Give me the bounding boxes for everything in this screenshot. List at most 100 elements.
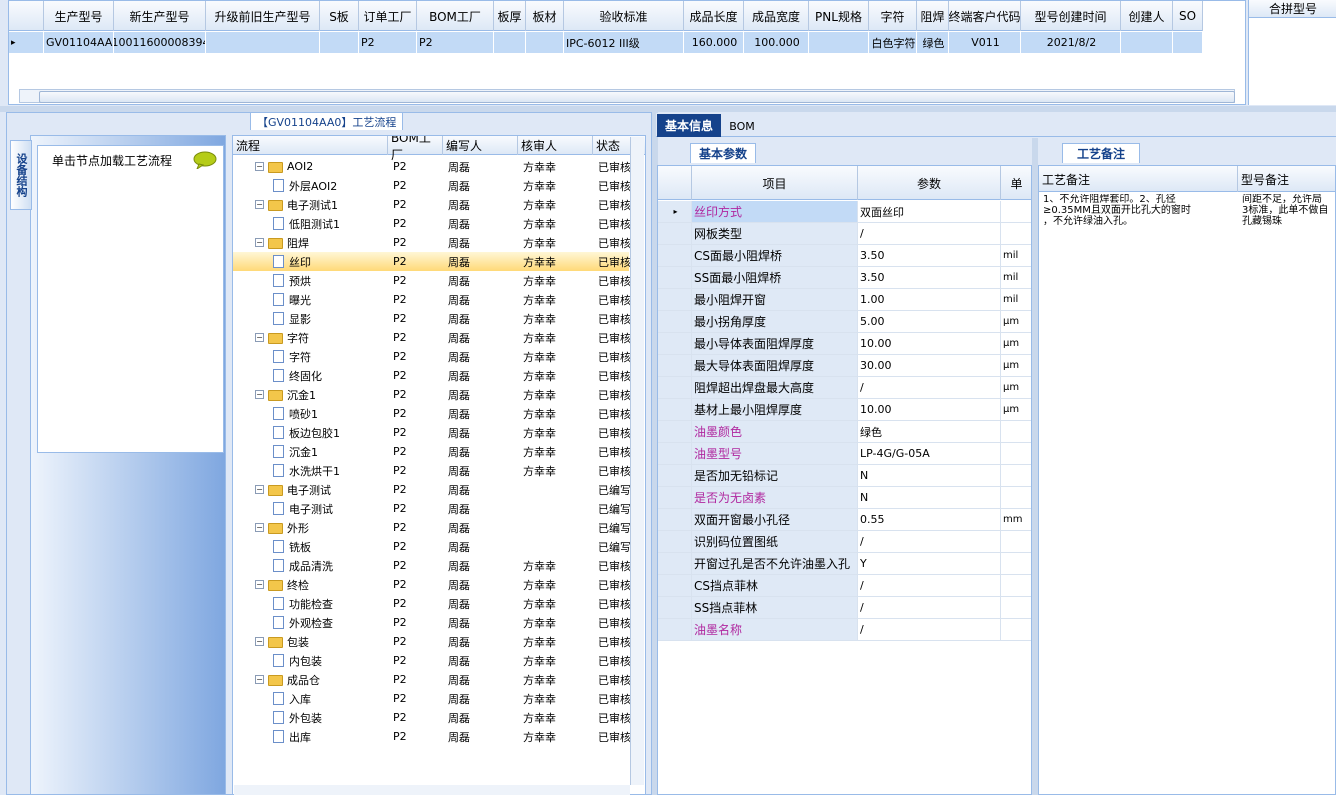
params-row[interactable]: 油墨型号 LP-4G/G-05A xyxy=(658,443,1031,465)
tree-row[interactable]: − 沉金1 P2 周磊 方幸幸 已审核 xyxy=(233,385,631,404)
tree-row[interactable]: 出库 P2 周磊 方幸幸 已审核 xyxy=(233,727,631,746)
params-row[interactable]: 双面开窗最小孔径 0.55 mm xyxy=(658,509,1031,531)
model-grid-hscroll-thumb[interactable] xyxy=(39,91,1235,103)
tree-row[interactable]: − 字符 P2 周磊 方幸幸 已审核 xyxy=(233,328,631,347)
tree-node[interactable]: 入库 xyxy=(273,689,388,708)
table-cell[interactable] xyxy=(526,32,564,53)
tree-node[interactable]: − 成品仓 xyxy=(255,670,388,689)
tab-bom[interactable]: BOM xyxy=(726,116,758,136)
table-cell[interactable] xyxy=(494,32,526,53)
tree-node[interactable]: 喷砂1 xyxy=(273,404,388,423)
column-header[interactable]: 验收标准 xyxy=(564,1,684,31)
tree-row[interactable]: 字符 P2 周磊 方幸幸 已审核 xyxy=(233,347,631,366)
tree-row[interactable]: 外观检查 P2 周磊 方幸幸 已审核 xyxy=(233,613,631,632)
params-row[interactable]: CS面最小阻焊桥 3.50 mil xyxy=(658,245,1031,267)
speech-bubble-icon[interactable] xyxy=(193,151,217,169)
tree-row[interactable]: 外层AOI2 P2 周磊 方幸幸 已审核 xyxy=(233,176,631,195)
tree-node[interactable]: 显影 xyxy=(273,309,388,328)
tree-column-header[interactable]: 编写人 xyxy=(443,136,518,155)
params-row[interactable]: 是否为无卤素 N xyxy=(658,487,1031,509)
table-cell[interactable]: GV01104AA0 xyxy=(44,32,114,53)
table-cell[interactable] xyxy=(1121,32,1173,53)
table-cell[interactable]: 白色字符 xyxy=(869,32,917,53)
tree-row[interactable]: − AOI2 P2 周磊 方幸幸 已审核 xyxy=(233,157,631,176)
param-value[interactable]: 30.00 xyxy=(858,355,1001,377)
params-row[interactable]: 最小拐角厚度 5.00 μm xyxy=(658,311,1031,333)
collapse-icon[interactable]: − xyxy=(255,580,264,589)
param-value[interactable]: 双面丝印 xyxy=(858,201,1001,223)
tree-node[interactable]: − 沉金1 xyxy=(255,385,388,404)
column-header[interactable]: 字符 xyxy=(869,1,917,31)
notes-column-header[interactable]: 工艺备注 xyxy=(1039,166,1238,192)
param-value[interactable]: 5.00 xyxy=(858,311,1001,333)
tree-node[interactable]: − 终检 xyxy=(255,575,388,594)
param-value[interactable]: / xyxy=(858,223,1001,245)
tree-node[interactable]: 低阻测试1 xyxy=(273,214,388,233)
params-row[interactable]: 识别码位置图纸 / xyxy=(658,531,1031,553)
table-cell[interactable]: 10011600008394 xyxy=(114,32,206,53)
tree-node[interactable]: 外层AOI2 xyxy=(273,176,388,195)
tab-basic-info[interactable]: 基本信息 xyxy=(657,114,721,137)
tree-row[interactable]: − 外形 P2 周磊 已编写 xyxy=(233,518,631,537)
tree-node[interactable]: 外观检查 xyxy=(273,613,388,632)
column-header[interactable]: BOM工厂 xyxy=(417,1,494,31)
tree-node[interactable]: 沉金1 xyxy=(273,442,388,461)
param-value[interactable]: 3.50 xyxy=(858,245,1001,267)
collapse-icon[interactable]: − xyxy=(255,200,264,209)
param-value[interactable]: 3.50 xyxy=(858,267,1001,289)
column-header[interactable]: 阻焊 xyxy=(917,1,949,31)
column-header[interactable]: 订单工厂 xyxy=(359,1,417,31)
params-row[interactable]: ▸ 丝印方式 双面丝印 xyxy=(658,201,1031,223)
tree-node[interactable]: − 外形 xyxy=(255,518,388,537)
collapse-icon[interactable]: − xyxy=(255,162,264,171)
params-row[interactable]: 最小阻焊开窗 1.00 mil xyxy=(658,289,1031,311)
tree-row[interactable]: 外包装 P2 周磊 方幸幸 已审核 xyxy=(233,708,631,727)
param-value[interactable]: N xyxy=(858,487,1001,509)
tree-row[interactable]: 功能检查 P2 周磊 方幸幸 已审核 xyxy=(233,594,631,613)
collapse-icon[interactable]: − xyxy=(255,333,264,342)
param-value[interactable]: 10.00 xyxy=(858,399,1001,421)
tree-node[interactable]: 字符 xyxy=(273,347,388,366)
column-header[interactable]: 板厚 xyxy=(494,1,526,31)
param-value[interactable]: / xyxy=(858,619,1001,641)
tree-row[interactable]: − 电子测试 P2 周磊 已编写 xyxy=(233,480,631,499)
process-tree-vscroll[interactable] xyxy=(630,137,644,785)
table-cell[interactable]: IPC-6012 III级 xyxy=(564,32,684,53)
column-header[interactable]: 成品宽度 xyxy=(744,1,809,31)
column-header[interactable]: 升级前旧生产型号 xyxy=(206,1,320,31)
tree-node[interactable]: 预烘 xyxy=(273,271,388,290)
table-cell[interactable] xyxy=(809,32,869,53)
collapse-icon[interactable]: − xyxy=(255,390,264,399)
tree-row[interactable]: 丝印 P2 周磊 方幸幸 已审核 xyxy=(233,252,631,271)
table-cell[interactable]: 2021/8/2 xyxy=(1021,32,1121,53)
tree-node[interactable]: 终固化 xyxy=(273,366,388,385)
process-tree-hscroll[interactable] xyxy=(234,785,630,795)
tree-row[interactable]: 水洗烘干1 P2 周磊 方幸幸 已审核 xyxy=(233,461,631,480)
column-header[interactable]: 新生产型号 xyxy=(114,1,206,31)
notes-column-header[interactable]: 型号备注 xyxy=(1238,166,1335,192)
column-header[interactable]: 终端客户代码 xyxy=(949,1,1021,31)
tree-row[interactable]: 曝光 P2 周磊 方幸幸 已审核 xyxy=(233,290,631,309)
params-row[interactable]: 油墨颜色 绿色 xyxy=(658,421,1031,443)
param-value[interactable]: / xyxy=(858,597,1001,619)
param-value[interactable]: Y xyxy=(858,553,1001,575)
tree-row[interactable]: 板边包胶1 P2 周磊 方幸幸 已审核 xyxy=(233,423,631,442)
table-cell[interactable]: 160.000 xyxy=(684,32,744,53)
params-row[interactable]: SS挡点菲林 / xyxy=(658,597,1031,619)
collapse-icon[interactable]: − xyxy=(255,675,264,684)
column-header[interactable]: 成品长度 xyxy=(684,1,744,31)
params-row[interactable]: 阻焊超出焊盘最大高度 / μm xyxy=(658,377,1031,399)
table-cell[interactable] xyxy=(206,32,320,53)
column-header[interactable]: S板 xyxy=(320,1,359,31)
table-cell[interactable]: P2 xyxy=(417,32,494,53)
tree-row[interactable]: 低阻测试1 P2 周磊 方幸幸 已审核 xyxy=(233,214,631,233)
param-value[interactable]: 绿色 xyxy=(858,421,1001,443)
table-cell[interactable] xyxy=(320,32,359,53)
tree-node[interactable]: − 包装 xyxy=(255,632,388,651)
tree-column-header[interactable]: 流程 xyxy=(233,136,388,155)
tree-node[interactable]: 电子测试 xyxy=(273,499,388,518)
param-value[interactable]: / xyxy=(858,377,1001,399)
tree-row[interactable]: 铣板 P2 周磊 已编写 xyxy=(233,537,631,556)
param-value[interactable]: 0.55 xyxy=(858,509,1001,531)
tree-node[interactable]: 外包装 xyxy=(273,708,388,727)
